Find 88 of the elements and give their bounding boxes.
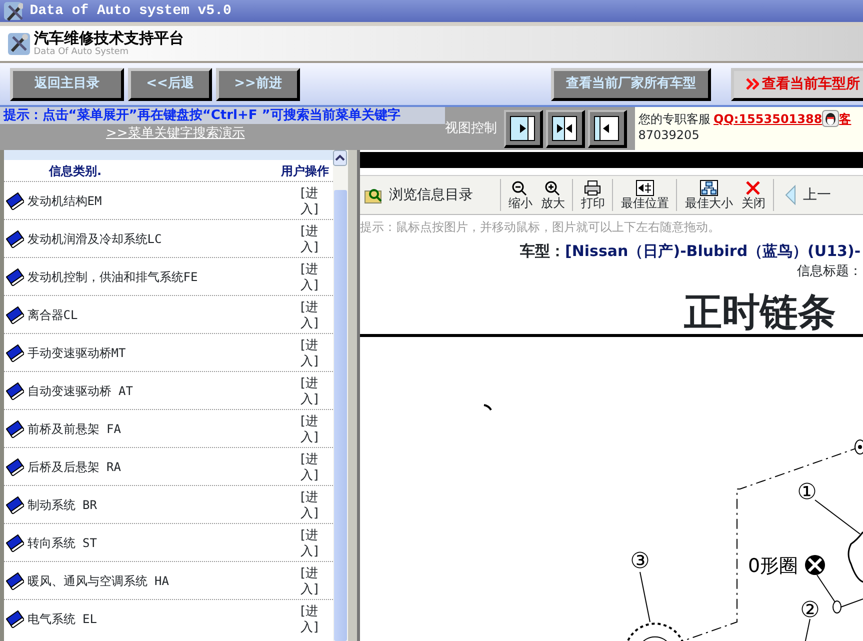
- hint-text: 提示：鼠标点按图片，并移动鼠标，图片就可以上下左右随意拖动。: [360, 219, 721, 236]
- book-icon: [6, 268, 24, 286]
- enter-link[interactable]: [进入]: [300, 336, 326, 368]
- toolbar-button[interactable]: 放大: [540, 179, 566, 211]
- view-control-label: 视图控制: [445, 120, 497, 138]
- column-header: 信息类别.: [49, 162, 102, 180]
- support-label: 您的专职客服: [638, 110, 710, 127]
- callout-number: ①: [797, 480, 817, 504]
- toolbar-button[interactable]: 关闭: [740, 179, 766, 211]
- callout-number: ②: [800, 598, 820, 622]
- enter-link[interactable]: [进入]: [300, 412, 326, 444]
- book-icon: [6, 610, 24, 628]
- book-icon: [6, 382, 24, 400]
- callout-number: ③: [630, 548, 650, 574]
- view-button[interactable]: [504, 110, 542, 148]
- enter-link[interactable]: [进入]: [300, 260, 326, 292]
- category-name[interactable]: 发动机控制，供油和排气系统FE: [27, 268, 300, 286]
- enter-link[interactable]: [进入]: [300, 526, 326, 558]
- book-icon: [6, 572, 24, 590]
- model-label: 车型：: [520, 240, 565, 262]
- panel-layout-icon: [552, 116, 577, 140]
- qq-link[interactable]: QQ:1553501388: [714, 110, 822, 127]
- category-name[interactable]: 发动机润滑及冷却系统LC: [27, 230, 300, 248]
- enter-link[interactable]: [进入]: [300, 602, 326, 634]
- enter-link[interactable]: [进入]: [300, 450, 326, 482]
- enter-link[interactable]: [进入]: [300, 298, 326, 330]
- catalog-icon: [364, 186, 382, 204]
- category-name[interactable]: 离合器CL: [27, 306, 300, 324]
- document-title: 正时链条: [684, 290, 836, 334]
- o-ring-drawing: [832, 600, 842, 613]
- fit-size-icon: [700, 180, 718, 197]
- toolbar-button[interactable]: 最佳大小: [684, 179, 734, 211]
- book-icon: [6, 230, 24, 248]
- category-name[interactable]: 暖风、通风与空调系统 HA: [27, 572, 300, 590]
- view-button[interactable]: [546, 110, 585, 148]
- zoom-in-icon: [544, 180, 562, 197]
- column-header: 用户操作: [281, 162, 329, 180]
- close-icon: [744, 180, 762, 197]
- enter-link[interactable]: [进入]: [300, 222, 326, 254]
- book-icon: [6, 306, 24, 324]
- app-subtitle: Data Of Auto System: [34, 46, 130, 58]
- app-icon: [3, 1, 24, 21]
- printer-icon: [584, 180, 602, 197]
- toolbar-button[interactable]: 缩小: [507, 179, 534, 211]
- support-text: 客: [839, 110, 852, 127]
- enter-link[interactable]: [进入]: [300, 564, 326, 596]
- toolbar-button[interactable]: 打印: [580, 179, 606, 211]
- leader-line: [640, 571, 650, 622]
- window-title: Data of Auto system v5.0: [30, 2, 232, 20]
- panel-layout-icon: [594, 116, 619, 140]
- view-button[interactable]: [588, 110, 627, 148]
- arc-mark: [484, 404, 492, 410]
- book-icon: [6, 534, 24, 552]
- scrollbar[interactable]: [333, 150, 348, 641]
- book-icon: [6, 192, 24, 210]
- category-name[interactable]: 转向系统 ST: [27, 534, 300, 552]
- panel-layout-icon: [510, 116, 534, 140]
- category-name[interactable]: 制动系统 BR: [27, 496, 300, 514]
- category-name[interactable]: 电气系统 EL: [27, 610, 300, 628]
- enter-link[interactable]: [进入]: [300, 488, 326, 520]
- zoom-out-icon: [511, 180, 530, 197]
- model-name: [Nissan（日产)-Blubird（蓝鸟）(U13)-: [565, 240, 861, 262]
- book-icon: [6, 496, 24, 514]
- tools-logo-icon: [6, 32, 30, 56]
- catalog-button[interactable]: 浏览信息目录: [363, 184, 474, 206]
- scroll-up-icon[interactable]: [333, 150, 347, 166]
- fit-position-icon: [636, 180, 654, 197]
- enter-link[interactable]: [进入]: [300, 184, 326, 216]
- enter-link[interactable]: [进入]: [300, 374, 326, 406]
- category-name[interactable]: 后桥及后悬架 RA: [27, 458, 300, 476]
- discard-mark-icon: [805, 554, 825, 574]
- phone-number: 87039205: [638, 127, 700, 144]
- info-title-label: 信息标题：: [797, 263, 862, 281]
- category-name[interactable]: 发动机结构EM: [27, 192, 300, 210]
- category-name[interactable]: 前桥及前悬架 FA: [27, 420, 300, 438]
- seal-label: 0形圈: [748, 554, 798, 576]
- category-name[interactable]: 自动变速驱动桥 AT: [27, 382, 300, 400]
- gear-drawing: [625, 622, 685, 641]
- app-title: 汽车维修技术支持平台: [34, 30, 184, 46]
- toolbar-button[interactable]: 最佳位置: [620, 179, 670, 211]
- back-arrow-icon: [784, 184, 796, 206]
- category-name[interactable]: 手动变速驱动桥MT: [27, 344, 300, 362]
- tip-text: 提示：点击“菜单展开”再在键盘按“Ctrl+F ”可搜索当前菜单关键字: [0, 107, 445, 124]
- chevron-icon: [746, 77, 759, 91]
- previous-button[interactable]: 上一: [784, 183, 832, 207]
- book-icon: [6, 420, 24, 438]
- book-icon: [6, 458, 24, 476]
- book-icon: [6, 344, 24, 362]
